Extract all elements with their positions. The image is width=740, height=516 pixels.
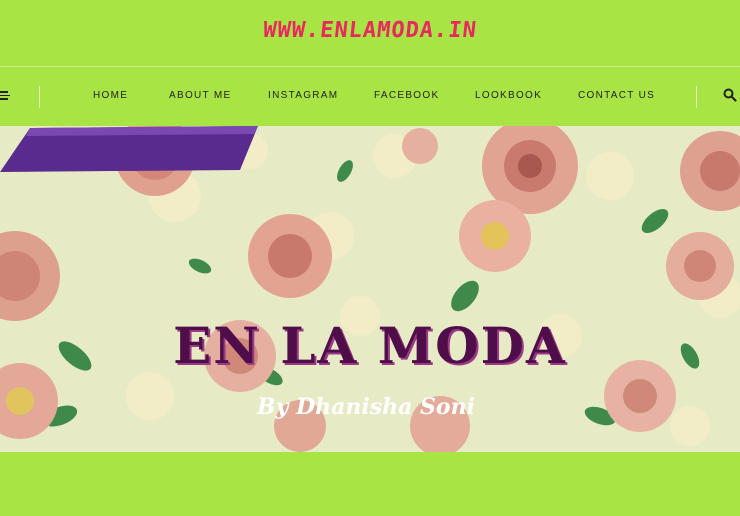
banner-subtitle: By Dhanisha Soni [257,394,475,420]
search-icon[interactable] [723,88,737,102]
nav-item-facebook[interactable]: FACEBOOK [374,90,439,101]
nav-item-lookbook[interactable]: LOOKBOOK [475,90,542,101]
menu-icon[interactable] [0,91,10,101]
nav-item-about-me[interactable]: ABOUT ME [169,90,231,101]
hero-banner: EN LA MODA By Dhanisha Soni [0,126,740,452]
nav-separator [696,86,697,108]
nav-separator [39,86,40,108]
ribbon-banner [0,126,258,172]
main-navigation: HOME ABOUT ME INSTAGRAM FACEBOOK LOOKBOO… [0,66,740,126]
nav-item-contact-us[interactable]: CONTACT US [578,90,655,101]
nav-item-home[interactable]: HOME [93,90,128,101]
nav-item-instagram[interactable]: INSTAGRAM [268,90,338,101]
banner-title: EN LA MODA [173,316,567,375]
site-title[interactable]: WWW.ENLAMODA.IN [0,18,740,43]
